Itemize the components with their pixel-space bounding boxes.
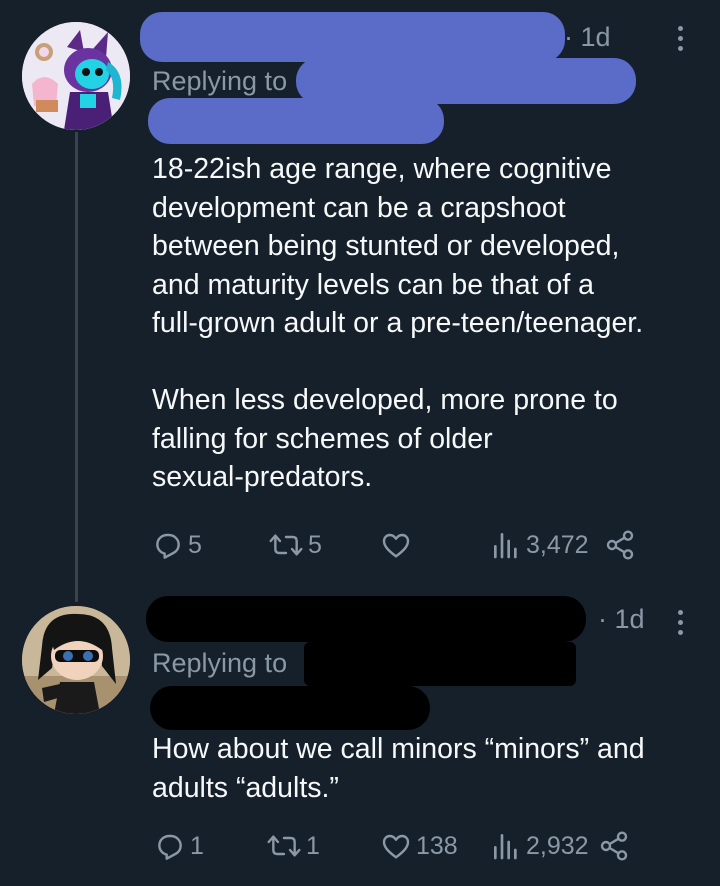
share-icon — [600, 831, 628, 861]
views-button[interactable]: 3,472 — [490, 525, 589, 565]
retweet-icon — [267, 835, 301, 857]
avatar-image — [22, 606, 130, 714]
retweet-count: 5 — [308, 530, 322, 559]
like-icon — [382, 834, 410, 859]
retweet-button[interactable]: 1 — [266, 826, 320, 866]
like-icon — [382, 533, 410, 558]
share-button[interactable] — [604, 525, 636, 565]
reply-count: 5 — [188, 530, 202, 559]
reply-button[interactable]: 5 — [152, 525, 202, 565]
replying-to-label: Replying to — [152, 66, 288, 96]
share-icon — [606, 530, 634, 560]
avatar[interactable] — [22, 22, 130, 130]
reply-icon — [158, 834, 182, 860]
reply-button[interactable]: 1 — [154, 826, 204, 866]
more-icon[interactable] — [665, 602, 695, 642]
like-count: 138 — [416, 831, 458, 860]
views-count: 2,932 — [526, 831, 589, 860]
redacted-username — [140, 12, 565, 62]
redacted-reply-handle-2[interactable] — [148, 98, 444, 144]
views-icon — [494, 834, 517, 860]
share-button[interactable] — [598, 826, 630, 866]
tweet-time[interactable]: · 1d — [598, 604, 645, 635]
tweet-actions: 5 5 3,472 — [152, 525, 720, 565]
avatar-image — [22, 22, 130, 130]
more-icon[interactable] — [665, 18, 695, 58]
redacted-reply-handle[interactable] — [304, 642, 576, 686]
reply-icon — [156, 533, 180, 559]
like-button[interactable] — [380, 525, 416, 565]
redacted-username — [146, 596, 586, 642]
views-icon — [494, 533, 517, 559]
avatar[interactable] — [22, 606, 130, 714]
tweet-body: 18-22ish age range, where cognitive deve… — [152, 153, 644, 493]
views-count: 3,472 — [526, 530, 589, 559]
tweet-time[interactable]: · 1d — [564, 22, 611, 53]
retweet-button[interactable]: 5 — [268, 525, 322, 565]
like-button[interactable]: 138 — [380, 826, 458, 866]
views-button[interactable]: 2,932 — [490, 826, 589, 866]
tweet-actions: 1 1 138 2,932 — [152, 826, 720, 866]
retweet-count: 1 — [306, 831, 320, 860]
tweet-body: How about we call minors “minors” and ad… — [152, 733, 645, 804]
retweet-icon — [269, 534, 303, 556]
replying-to-label: Replying to — [152, 648, 288, 678]
reply-count: 1 — [190, 831, 204, 860]
thread-line — [75, 132, 78, 602]
redacted-reply-handle-2[interactable] — [150, 686, 430, 730]
